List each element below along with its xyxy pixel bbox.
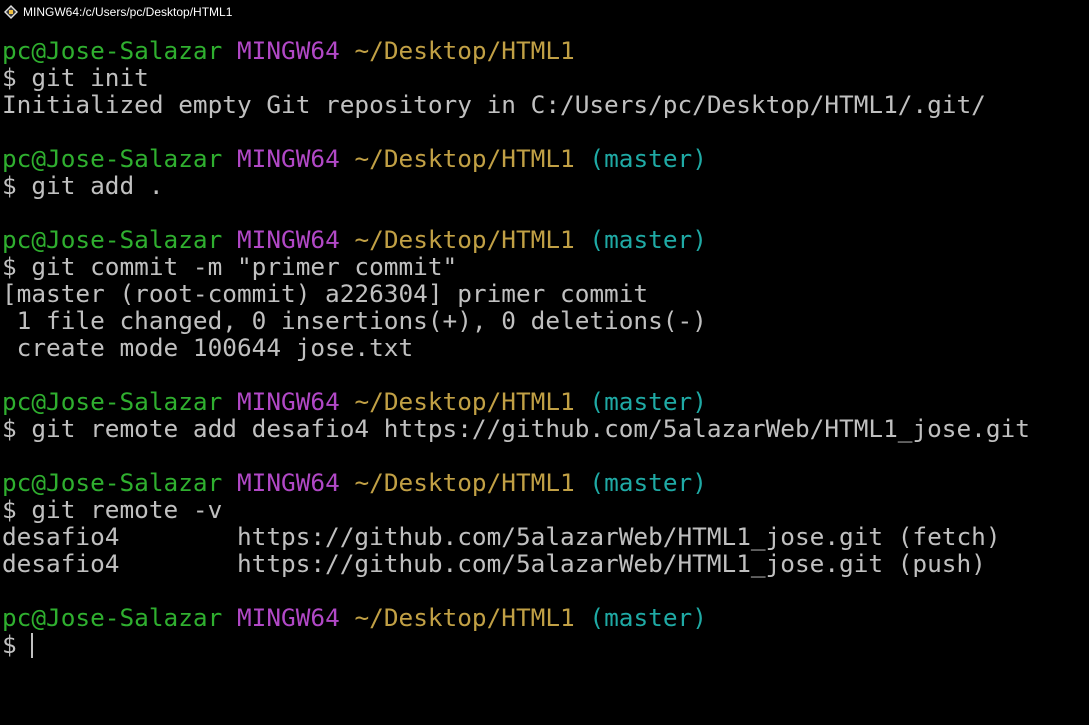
output-line: [master (root-commit) a226304] primer co…: [2, 280, 1087, 307]
prompt-user-host: pc@Jose-Salazar: [2, 225, 223, 254]
prompt-user-host: pc@Jose-Salazar: [2, 387, 223, 416]
prompt-symbol: $: [2, 252, 17, 281]
git-bash-icon: [4, 5, 18, 19]
output-text: desafio4 https://github.com/5alazarWeb/H…: [2, 549, 986, 578]
output-text: Initialized empty Git repository in C:/U…: [2, 90, 986, 119]
output-line: desafio4 https://github.com/5alazarWeb/H…: [2, 523, 1087, 550]
prompt-path: ~/Desktop/HTML1: [354, 387, 575, 416]
output-text: create mode 100644 jose.txt: [2, 333, 414, 362]
prompt-branch: (master): [589, 225, 707, 254]
prompt-user-host: pc@Jose-Salazar: [2, 468, 223, 497]
command-line: $ git remote -v: [2, 496, 1087, 523]
prompt-branch: (master): [589, 387, 707, 416]
command-text: git remote add desafio4 https://github.c…: [31, 414, 1030, 443]
prompt-line: pc@Jose-Salazar MINGW64 ~/Desktop/HTML1 …: [2, 226, 1087, 253]
command-text: git remote -v: [31, 495, 223, 524]
command-line: $ git commit -m "primer commit": [2, 253, 1087, 280]
prompt-symbol: $: [2, 630, 17, 659]
prompt-line: pc@Jose-Salazar MINGW64 ~/Desktop/HTML1: [2, 37, 1087, 64]
prompt-line: pc@Jose-Salazar MINGW64 ~/Desktop/HTML1 …: [2, 604, 1087, 631]
prompt-system: MINGW64: [236, 225, 340, 254]
command-text: git add .: [31, 171, 164, 200]
output-line: desafio4 https://github.com/5alazarWeb/H…: [2, 550, 1087, 577]
prompt-path: ~/Desktop/HTML1: [354, 468, 575, 497]
prompt-system: MINGW64: [236, 387, 340, 416]
prompt-symbol: $: [2, 495, 17, 524]
prompt-user-host: pc@Jose-Salazar: [2, 603, 223, 632]
prompt-branch: (master): [589, 468, 707, 497]
prompt-path: ~/Desktop/HTML1: [354, 603, 575, 632]
prompt-user-host: pc@Jose-Salazar: [2, 144, 223, 173]
prompt-path: ~/Desktop/HTML1: [354, 225, 575, 254]
prompt-path: ~/Desktop/HTML1: [354, 144, 575, 173]
prompt-system: MINGW64: [236, 36, 340, 65]
output-line: create mode 100644 jose.txt: [2, 334, 1087, 361]
command-line: $ git remote add desafio4 https://github…: [2, 415, 1087, 442]
command-line: $ git add .: [2, 172, 1087, 199]
output-line: Initialized empty Git repository in C:/U…: [2, 91, 1087, 118]
output-text: desafio4 https://github.com/5alazarWeb/H…: [2, 522, 1001, 551]
prompt-symbol: $: [2, 414, 17, 443]
terminal-output[interactable]: pc@Jose-Salazar MINGW64 ~/Desktop/HTML1 $…: [2, 37, 1087, 717]
text-cursor[interactable]: [31, 633, 34, 658]
prompt-symbol: $: [2, 63, 17, 92]
prompt-branch: (master): [589, 144, 707, 173]
prompt-system: MINGW64: [236, 603, 340, 632]
prompt-symbol: $: [2, 171, 17, 200]
command-text: git commit -m "primer commit": [31, 252, 458, 281]
prompt-branch: (master): [589, 603, 707, 632]
prompt-line: pc@Jose-Salazar MINGW64 ~/Desktop/HTML1 …: [2, 145, 1087, 172]
prompt-system: MINGW64: [236, 468, 340, 497]
prompt-user-host: pc@Jose-Salazar: [2, 36, 223, 65]
window-title-bar[interactable]: MINGW64:/c/Users/pc/Desktop/HTML1: [0, 0, 1089, 24]
command-line: $ git init: [2, 64, 1087, 91]
prompt-path: ~/Desktop/HTML1: [354, 36, 575, 65]
command-input-line: $: [2, 631, 1087, 658]
prompt-line: pc@Jose-Salazar MINGW64 ~/Desktop/HTML1 …: [2, 469, 1087, 496]
prompt-system: MINGW64: [236, 144, 340, 173]
output-text: 1 file changed, 0 insertions(+), 0 delet…: [2, 306, 707, 335]
prompt-line: pc@Jose-Salazar MINGW64 ~/Desktop/HTML1 …: [2, 388, 1087, 415]
command-text: git init: [31, 63, 149, 92]
window-title: MINGW64:/c/Users/pc/Desktop/HTML1: [23, 5, 233, 19]
output-text: [master (root-commit) a226304] primer co…: [2, 279, 649, 308]
output-line: 1 file changed, 0 insertions(+), 0 delet…: [2, 307, 1087, 334]
